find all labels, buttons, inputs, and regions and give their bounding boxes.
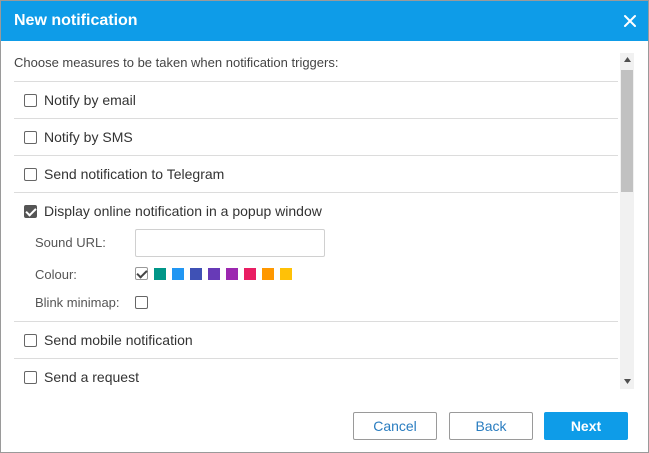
notify-email-label: Notify by email xyxy=(44,92,136,108)
list-item-popup: Display online notification in a popup w… xyxy=(14,193,618,322)
notify-email-option[interactable]: Notify by email xyxy=(24,92,136,108)
blink-minimap-label: Blink minimap: xyxy=(35,295,120,310)
popup-checkbox[interactable] xyxy=(24,204,37,218)
intro-text: Choose measures to be taken when notific… xyxy=(14,55,339,70)
colour-swatch-pink[interactable] xyxy=(244,268,256,280)
telegram-checkbox[interactable] xyxy=(24,167,37,181)
scroll-up-button[interactable] xyxy=(620,53,634,67)
close-button[interactable] xyxy=(620,11,640,31)
colour-swatch-amber[interactable] xyxy=(280,268,292,280)
sound-url-input[interactable] xyxy=(135,229,325,257)
list-item-telegram: Send notification to Telegram xyxy=(14,156,618,193)
back-button[interactable]: Back xyxy=(449,412,533,440)
colour-palette xyxy=(135,267,298,280)
cancel-button[interactable]: Cancel xyxy=(353,412,437,440)
colour-swatch-blue[interactable] xyxy=(172,268,184,280)
popup-option[interactable]: Display online notification in a popup w… xyxy=(24,203,322,219)
list-item-mobile: Send mobile notification xyxy=(14,322,618,359)
blink-minimap-checkbox[interactable] xyxy=(135,296,148,309)
list-item-notify-email: Notify by email xyxy=(14,82,618,119)
colour-swatch-orange[interactable] xyxy=(262,268,274,280)
notify-sms-option[interactable]: Notify by SMS xyxy=(24,129,133,145)
measures-list: Notify by email Notify by SMS Send notif… xyxy=(14,81,618,389)
next-button[interactable]: Next xyxy=(544,412,628,440)
notify-email-checkbox[interactable] xyxy=(24,93,37,107)
telegram-option[interactable]: Send notification to Telegram xyxy=(24,166,224,182)
dialog-title: New notification xyxy=(14,12,138,29)
colour-swatch-indigo[interactable] xyxy=(190,268,202,280)
mobile-option[interactable]: Send mobile notification xyxy=(24,332,193,348)
chevron-down-icon xyxy=(623,379,631,384)
scroll-down-button[interactable] xyxy=(620,375,634,389)
vertical-scrollbar[interactable] xyxy=(620,53,634,389)
close-icon xyxy=(624,15,636,27)
popup-label: Display online notification in a popup w… xyxy=(44,203,322,219)
colour-swatch-purple[interactable] xyxy=(226,268,238,280)
colour-label: Colour: xyxy=(35,267,77,282)
dialog-footer: Cancel Back Next xyxy=(1,389,648,452)
list-item-request: Send a request xyxy=(14,359,618,389)
notify-sms-label: Notify by SMS xyxy=(44,129,133,145)
sound-url-label: Sound URL: xyxy=(35,235,106,250)
request-option[interactable]: Send a request xyxy=(24,369,139,385)
list-item-notify-sms: Notify by SMS xyxy=(14,119,618,156)
dialog-titlebar: New notification xyxy=(1,1,648,41)
telegram-label: Send notification to Telegram xyxy=(44,166,225,182)
new-notification-dialog: New notification Choose measures to be t… xyxy=(0,0,649,453)
chevron-up-icon xyxy=(623,57,631,62)
scrollbar-thumb[interactable] xyxy=(621,70,633,192)
mobile-label: Send mobile notification xyxy=(44,332,193,348)
request-checkbox[interactable] xyxy=(24,370,37,384)
notify-sms-checkbox[interactable] xyxy=(24,130,37,144)
colour-swatch-default[interactable] xyxy=(135,267,148,280)
colour-swatch-teal[interactable] xyxy=(154,268,166,280)
mobile-checkbox[interactable] xyxy=(24,333,37,347)
dialog-content: Choose measures to be taken when notific… xyxy=(1,41,648,389)
colour-swatch-deep-purple[interactable] xyxy=(208,268,220,280)
request-label: Send a request xyxy=(44,369,139,385)
